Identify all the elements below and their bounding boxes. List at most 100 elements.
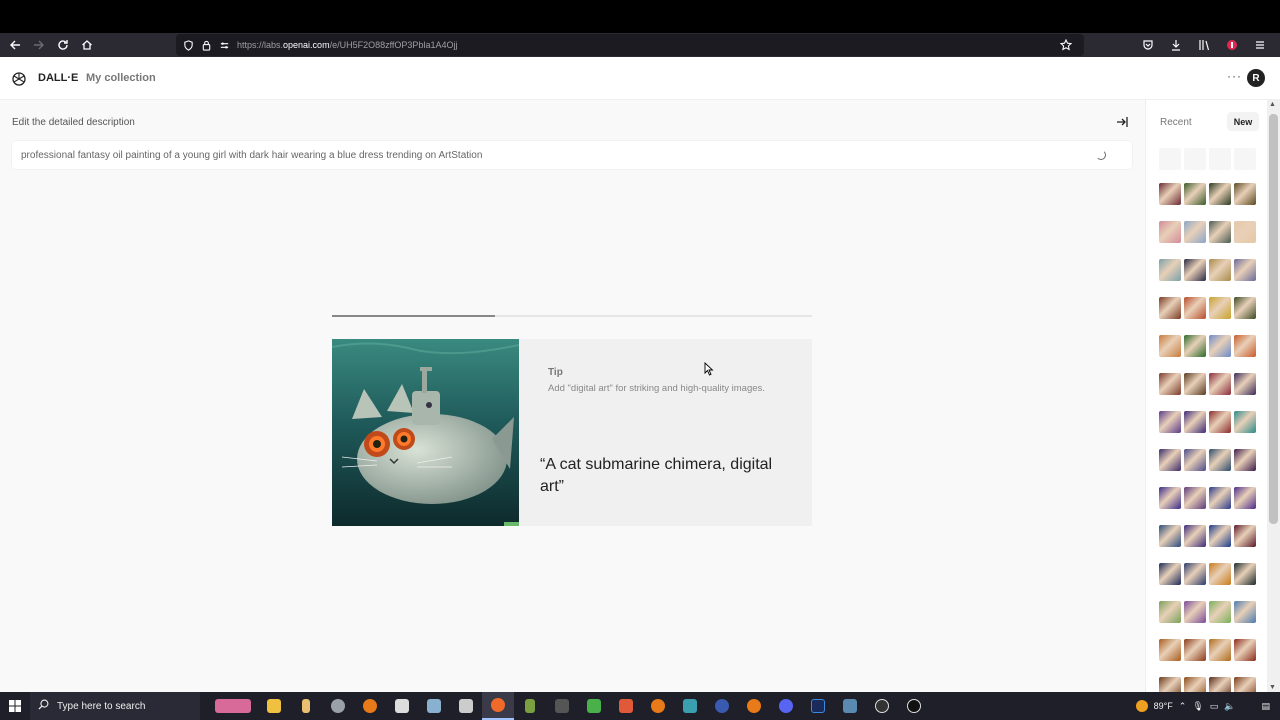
recent-thumbnail[interactable] [1234,411,1256,433]
taskbar-app-blender[interactable] [354,692,386,720]
taskbar-app-file-explorer[interactable] [258,692,290,720]
taskbar-app-obs[interactable] [866,692,898,720]
taskbar-app-blender-2[interactable] [642,692,674,720]
recent-thumbnail[interactable] [1209,563,1231,585]
taskbar-app-drop[interactable] [706,692,738,720]
recent-thumbnail[interactable] [1159,525,1181,547]
recent-thumbnail[interactable] [1159,183,1181,205]
notification-icon[interactable]: ▤ [1261,701,1270,712]
recent-thumbnail[interactable] [1184,487,1206,509]
recent-thumbnail[interactable] [1234,639,1256,661]
recent-thumbnail[interactable] [1159,297,1181,319]
taskbar-app-inkscape[interactable] [386,692,418,720]
taskbar-app-shield[interactable] [514,692,546,720]
taskbar-app-tool[interactable] [418,692,450,720]
recent-thumbnail[interactable] [1209,639,1231,661]
recent-thumbnail[interactable] [1184,297,1206,319]
weather-icon[interactable] [1135,700,1148,712]
recent-thumbnail[interactable] [1209,183,1231,205]
taskbar-app-c-green[interactable] [578,692,610,720]
extension-button[interactable] [1220,35,1244,55]
recent-thumbnail[interactable] [1159,373,1181,395]
scroll-down-icon[interactable]: ▼ [1269,684,1276,691]
recent-thumbnail[interactable] [1184,639,1206,661]
taskbar-app-clapper[interactable] [546,692,578,720]
recent-thumbnail[interactable] [1234,601,1256,623]
recent-thumbnail[interactable] [1209,411,1231,433]
taskbar-app-photoshop[interactable] [802,692,834,720]
recent-thumbnail[interactable] [1159,335,1181,357]
recent-thumbnail[interactable] [1184,411,1206,433]
recent-thumbnail[interactable] [1209,487,1231,509]
network-icon[interactable]: ▭ [1210,701,1219,712]
recent-thumbnail[interactable] [1234,449,1256,471]
taskbar-app-firefox[interactable] [482,692,514,720]
app-brand[interactable]: DALL·E [38,72,78,84]
openai-logo-icon[interactable] [11,71,27,87]
start-button[interactable] [0,692,30,720]
recent-thumbnail[interactable] [1159,221,1181,243]
taskbar-app-globe[interactable] [322,692,354,720]
more-options-icon[interactable]: ··· [1227,69,1242,83]
recent-thumbnail[interactable] [1209,221,1231,243]
microphone-icon[interactable]: 🎙 [1192,701,1203,712]
recent-thumbnail[interactable] [1184,563,1206,585]
page-scrollbar[interactable]: ▲ ▼ [1267,100,1280,692]
scroll-up-icon[interactable]: ▲ [1269,101,1276,108]
recent-thumbnail[interactable] [1159,563,1181,585]
recent-thumbnail[interactable] [1209,449,1231,471]
recent-thumbnail[interactable] [1209,297,1231,319]
volume-icon[interactable]: 🔈 [1224,701,1235,712]
library-button[interactable] [1192,35,1216,55]
prompt-input[interactable] [21,149,1051,161]
downloads-button[interactable] [1164,35,1188,55]
taskbar-search[interactable]: Type here to search [30,692,200,720]
recent-thumbnail[interactable] [1234,487,1256,509]
permissions-icon[interactable] [215,36,233,54]
bookmark-star-icon[interactable] [1057,36,1075,54]
recent-thumbnail[interactable] [1159,601,1181,623]
recent-thumbnail[interactable] [1209,525,1231,547]
recent-thumbnail[interactable] [1184,601,1206,623]
home-button[interactable] [75,35,99,55]
taskbar-app-blender-3[interactable] [738,692,770,720]
recent-thumbnail[interactable] [1234,335,1256,357]
lock-icon[interactable] [197,36,215,54]
taskbar-app-unreal[interactable] [898,692,930,720]
recent-thumbnail[interactable] [1159,449,1181,471]
weather-temp[interactable]: 89°F [1154,701,1173,711]
recent-thumbnail[interactable] [1234,221,1256,243]
recent-thumbnail[interactable] [1184,183,1206,205]
recent-thumbnail[interactable] [1234,259,1256,281]
taskbar-app-vs[interactable] [450,692,482,720]
taskbar-app-c-red[interactable] [610,692,642,720]
taskbar-app-discord[interactable] [770,692,802,720]
recent-thumbnail[interactable] [1209,259,1231,281]
recent-thumbnail[interactable] [1184,335,1206,357]
recent-thumbnail[interactable] [1184,259,1206,281]
tray-chevron-icon[interactable]: ⌃ [1179,701,1187,712]
recent-thumbnail[interactable] [1234,563,1256,585]
recent-thumbnail[interactable] [1159,639,1181,661]
recent-thumbnail[interactable] [1234,525,1256,547]
recent-thumbnail[interactable] [1184,221,1206,243]
reload-button[interactable] [51,35,75,55]
url-bar[interactable]: https://labs.openai.com/e/UH5F2O88zffOP3… [176,34,1084,56]
pocket-button[interactable] [1136,35,1160,55]
url-text[interactable]: https://labs.openai.com/e/UH5F2O88zffOP3… [237,40,457,50]
recent-thumbnail[interactable] [1209,601,1231,623]
user-avatar[interactable]: R [1247,69,1265,87]
recent-thumbnail[interactable] [1234,297,1256,319]
recent-thumbnail[interactable] [1159,411,1181,433]
back-button[interactable] [3,35,27,55]
taskbar-app-davinci[interactable] [834,692,866,720]
recent-thumbnail[interactable] [1209,373,1231,395]
taskbar-app-maya[interactable] [674,692,706,720]
recent-thumbnail[interactable] [1184,373,1206,395]
recent-thumbnail[interactable] [1159,259,1181,281]
collapse-sidebar-icon[interactable] [1116,116,1128,131]
tracking-shield-icon[interactable] [179,36,197,54]
scroll-thumb[interactable] [1269,114,1278,524]
taskbar-app-notes[interactable] [290,692,322,720]
recent-thumbnail[interactable] [1234,373,1256,395]
